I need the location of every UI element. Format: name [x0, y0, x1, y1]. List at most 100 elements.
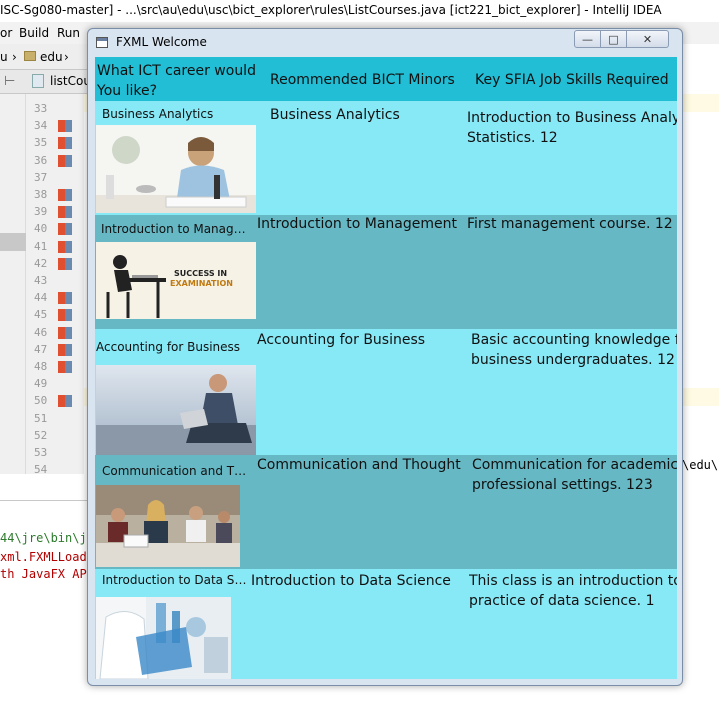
close-button[interactable]: ✕	[627, 30, 669, 48]
header-career[interactable]: What ICT career would You like?	[97, 61, 265, 101]
minimize-icon: —	[582, 32, 593, 46]
line-number: 36	[34, 153, 48, 167]
skills-line: This class is an introduction to the	[469, 573, 677, 589]
line-number: 42	[34, 256, 48, 270]
override-marker-icon[interactable]	[58, 154, 72, 167]
window-titlebar[interactable]: FXML Welcome — □ ✕	[88, 29, 682, 56]
override-marker-icon[interactable]	[58, 292, 72, 305]
override-marker-icon[interactable]	[58, 137, 72, 150]
line-number: 40	[34, 222, 48, 236]
fxml-window: FXML Welcome — □ ✕ What ICT career would…	[87, 28, 683, 686]
folder-icon	[24, 51, 36, 61]
console-line: th JavaFX AP	[0, 567, 87, 581]
table-row[interactable]: Introduction to Managem… SUCCESS IN EXAM…	[95, 215, 677, 329]
line-number: 53	[34, 446, 48, 459]
career-caption: Accounting for Business	[96, 340, 241, 354]
override-marker-icon[interactable]	[58, 361, 72, 373]
override-marker-icon[interactable]	[58, 240, 72, 253]
override-marker-icon[interactable]	[58, 223, 72, 236]
career-caption: Business Analytics	[102, 107, 214, 121]
maximize-icon: □	[608, 32, 619, 46]
student-studying-photo	[96, 125, 256, 213]
minor-name: Communication and Thought	[257, 457, 461, 473]
skills-line: Introduction to Business Analytics	[467, 110, 677, 126]
chevron-right-icon: ›	[64, 50, 69, 64]
ide-line-numbers: 33 34 35 36 37 38 39 40 41 42 43 44 45 46 47 48 49 50 51 52…	[26, 94, 84, 477]
line-number: 54	[34, 463, 48, 477]
skills-line: business undergraduates. 12	[471, 352, 675, 368]
nav-crumb-edu[interactable]: edu	[40, 50, 63, 64]
career-caption: Introduction to Data Scie…	[102, 573, 247, 587]
minor-name: Introduction to Management	[257, 216, 457, 232]
menu-item-build[interactable]: Build	[19, 26, 49, 40]
skills-line: First management course. 12	[467, 216, 673, 232]
skills-line: Communication for academic and	[472, 457, 677, 473]
header-minors[interactable]: Reommended BICT Minors	[270, 70, 455, 90]
header-skills[interactable]: Key SFIA Job Skills Required	[475, 70, 669, 90]
minimize-button[interactable]: —	[574, 30, 601, 48]
skills-text: First management course. 12	[467, 214, 677, 234]
table-header: What ICT career would You like? Reommend…	[95, 57, 677, 101]
success-in-examination-graphic: SUCCESS IN EXAMINATION	[96, 242, 256, 319]
line-number: 38	[34, 188, 48, 201]
man-with-laptop-photo	[96, 365, 256, 455]
line-number: 34	[34, 119, 48, 133]
line-number: 39	[34, 205, 48, 219]
skills-text: Communication for academic and professio…	[472, 455, 677, 495]
skills-line: Statistics. 12	[467, 130, 558, 146]
minor-name: Introduction to Data Science	[251, 573, 451, 589]
nav-crumb[interactable]: u	[0, 50, 8, 64]
medical-data-photo	[96, 597, 231, 679]
chevron-right-icon: ›	[12, 50, 17, 64]
line-number: 45	[34, 308, 48, 322]
gutter-highlight	[0, 233, 26, 251]
ide-window-title: ISC-Sg080-master] - ...\src\au\edu\usc\b…	[0, 0, 719, 22]
override-marker-icon[interactable]	[58, 206, 72, 219]
table-row[interactable]: Accounting for Business Accounting for B…	[95, 329, 677, 455]
career-table: What ICT career would You like? Reommend…	[95, 57, 677, 679]
override-marker-icon[interactable]	[58, 309, 72, 322]
override-marker-icon[interactable]	[58, 343, 72, 356]
line-number: 50	[34, 394, 48, 408]
line-number: 51	[34, 411, 48, 425]
editor-tab-listcourses[interactable]: listCou	[50, 74, 91, 88]
console-line: 44\jre\bin\ja	[0, 531, 94, 545]
console-line: xml.FXMLLoad	[0, 550, 87, 564]
table-row[interactable]: Business Analytics Business Analytics In…	[95, 101, 677, 215]
career-caption: Communication and Thou…	[102, 464, 252, 478]
override-marker-icon[interactable]	[58, 257, 72, 270]
line-number: 41	[34, 239, 48, 253]
ide-left-gutter	[0, 94, 26, 474]
close-icon: ✕	[642, 32, 653, 46]
career-caption: Introduction to Managem…	[101, 222, 251, 236]
menu-item-run[interactable]: Run	[57, 26, 80, 40]
line-number: 33	[34, 102, 48, 115]
override-marker-icon[interactable]	[58, 189, 72, 201]
maximize-button[interactable]: □	[601, 30, 627, 48]
line-number: 43	[34, 274, 48, 287]
line-number: 47	[34, 342, 48, 356]
line-number: 49	[34, 377, 48, 391]
line-number: 35	[34, 136, 48, 150]
java-file-icon	[32, 74, 44, 88]
svg-text:EXAMINATION: EXAMINATION	[170, 279, 233, 288]
window-controls: — □ ✕	[574, 30, 669, 48]
skills-line: Basic accounting knowledge for	[471, 332, 677, 348]
structure-icon[interactable]: ⊢	[4, 74, 15, 89]
line-number: 37	[34, 170, 48, 184]
menu-item-partial[interactable]: or	[0, 26, 12, 40]
console-panel: 44\jre\bin\ja xml.FXMLLoad th JavaFX AP	[0, 500, 100, 705]
line-number: 44	[34, 291, 48, 305]
table-row[interactable]: Communication and Thou…	[95, 455, 677, 569]
table-row[interactable]: Introduction to Data Scie… Introduction …	[95, 569, 677, 679]
line-number: 48	[34, 360, 48, 373]
skills-text: Basic accounting knowledge for business …	[471, 330, 677, 370]
override-marker-icon[interactable]	[58, 120, 72, 133]
window-title: FXML Welcome	[116, 35, 207, 49]
override-marker-icon[interactable]	[58, 326, 72, 339]
minor-name: Accounting for Business	[257, 332, 426, 348]
classroom-students-photo	[96, 485, 240, 567]
override-marker-icon[interactable]	[58, 395, 72, 408]
ide-editor-tabs: ⊢ listCou	[0, 70, 100, 94]
skills-line: practice of data science. 1	[469, 593, 655, 609]
